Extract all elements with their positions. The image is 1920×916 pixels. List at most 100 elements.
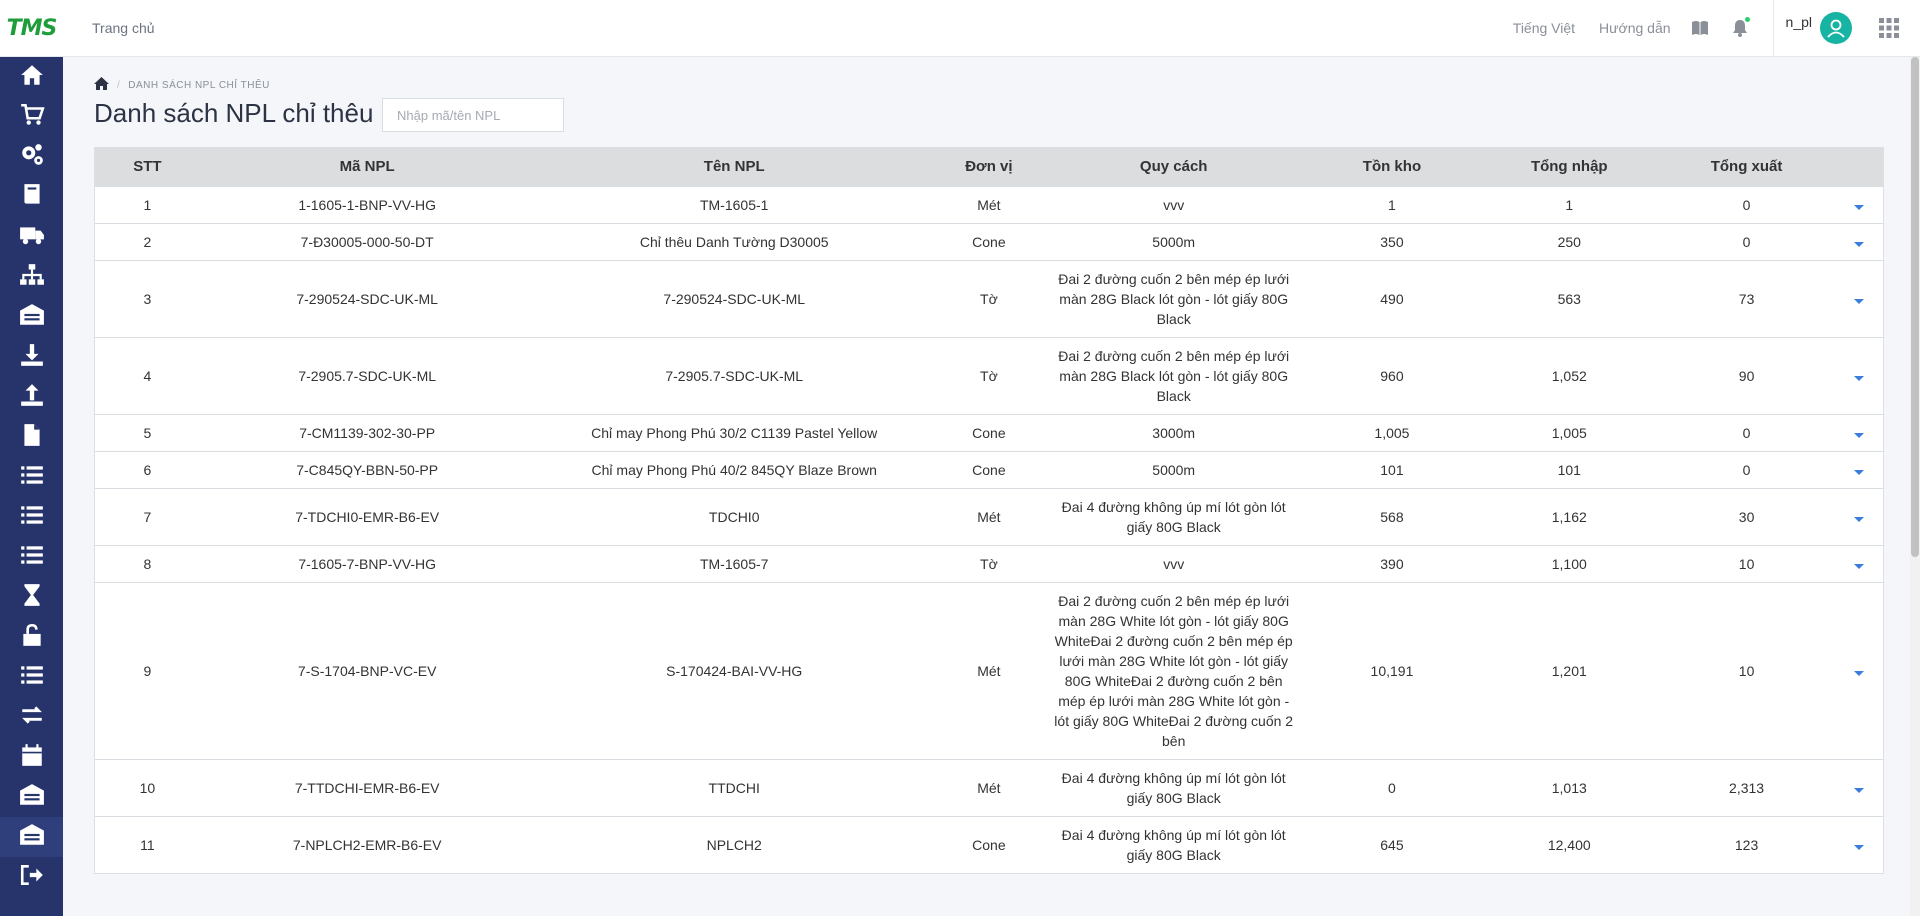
language-switch[interactable]: Tiếng Việt (1513, 20, 1575, 36)
avatar[interactable] (1820, 12, 1852, 44)
cell-tong-xuat-text: 0 (1742, 461, 1751, 478)
cell-don-vi: Cone (933, 815, 1044, 873)
cell-ten-npl-text: Chỉ may Phong Phú 30/2 C1139 Pastel Yell… (591, 424, 878, 441)
sidebar-item-8[interactable] (0, 337, 63, 377)
cell-ma-npl: 7-TDCHI0-EMR-B6-EV (199, 487, 535, 545)
row-expand-caret-icon[interactable] (1853, 563, 1864, 569)
row-expand-caret-icon[interactable] (1853, 787, 1864, 793)
guide-link[interactable]: Hướng dẫn (1599, 20, 1670, 36)
cell-ma-npl-text: 7-CM1139-302-30-PP (299, 424, 436, 441)
cell-quy-cach-text: Đai 4 đường không úp mí lót gòn lót giấy… (1061, 498, 1286, 535)
cell-tong-xuat: 2,313 (1658, 758, 1835, 816)
sidebar-item-14[interactable] (0, 577, 63, 617)
notification-dot (1744, 17, 1750, 22)
sidebar-item-1[interactable] (0, 57, 63, 97)
cell-tong-nhap: 1,013 (1480, 758, 1659, 816)
cell-stt: 8 (95, 544, 200, 582)
cell-stt-text: 11 (140, 836, 155, 853)
sidebar-item-12[interactable] (0, 497, 63, 537)
cell-quy-cach: Đai 4 đường không úp mí lót gòn lót giấy… (1043, 758, 1304, 816)
breadcrumb-home-icon[interactable] (94, 77, 109, 93)
cell-quy-cach-text: 5000m (1152, 233, 1196, 250)
sidebar-item-20[interactable] (0, 817, 63, 857)
page-scrollbar-thumb[interactable] (1911, 57, 1919, 557)
cell-tong-nhap-text: 1,201 (1551, 662, 1587, 679)
row-expand-caret-icon[interactable] (1853, 469, 1864, 475)
row-expand-caret-icon[interactable] (1853, 375, 1864, 381)
apps-grid-icon[interactable] (1878, 17, 1900, 39)
cell-quy-cach: 3000m (1043, 413, 1304, 451)
sidebar-item-13[interactable] (0, 537, 63, 577)
cell-ten-npl-text: TM-1605-1 (699, 196, 769, 213)
cell-don-vi-text: Tờ (980, 367, 998, 384)
cell-tong-nhap: 12,400 (1480, 815, 1659, 873)
sidebar-item-9[interactable] (0, 377, 63, 417)
app-logo[interactable]: TMS (0, 0, 63, 57)
sidebar-item-5[interactable] (0, 217, 63, 257)
cell-ten-npl-text: TDCHI0 (708, 508, 760, 525)
cell-quy-cach: Đai 2 đường cuốn 2 bên mép ép lưới màn 2… (1043, 259, 1304, 337)
cell-don-vi-text: Cone (972, 461, 1006, 478)
home-link[interactable]: Trang chủ (92, 20, 155, 36)
cell-don-vi-text: Cone (972, 233, 1006, 250)
file-icon (19, 422, 45, 453)
book-open-icon[interactable] (1689, 17, 1711, 39)
cell-quy-cach: Đai 2 đường cuốn 2 bên mép ép lưới màn 2… (1043, 336, 1304, 414)
bell-icon[interactable] (1729, 17, 1751, 39)
table-row: 7 7-TDCHI0-EMR-B6-EV TDCHI0 Mét Đai 4 đường … (95, 487, 1883, 545)
username: n_pl (1785, 14, 1812, 30)
row-expand-caret-icon[interactable] (1853, 432, 1864, 438)
sidebar-item-2[interactable] (0, 97, 63, 137)
row-expand-caret-icon[interactable] (1853, 204, 1864, 210)
sidebar-item-17[interactable] (0, 697, 63, 737)
sidebar-item-19[interactable] (0, 777, 63, 817)
cell-tong-nhap-text: 101 (1557, 461, 1581, 478)
user-menu[interactable]: n_pl (1786, 12, 1852, 44)
cell-ten-npl-text: S-170424-BAI-VV-HG (666, 662, 803, 679)
cell-stt: 1 (95, 185, 200, 223)
cell-quy-cach: vvv (1043, 185, 1304, 223)
row-expand-caret-icon[interactable] (1853, 670, 1864, 676)
cell-ma-npl: 7-CM1139-302-30-PP (199, 413, 535, 451)
sidebar-item-10[interactable] (0, 417, 63, 457)
cell-actions (1834, 450, 1883, 488)
top-bar: TMS Trang chủ Tiếng Việt Hướng dẫn n_pl (0, 0, 1920, 57)
cell-stt-text: 8 (143, 555, 152, 572)
table-row: 6 7-C845QY-BBN-50-PP Chỉ may Phong Phú 40/… (95, 450, 1883, 488)
cell-don-vi: Mét (933, 487, 1044, 545)
cell-quy-cach-text: Đai 2 đường cuốn 2 bên mép ép lưới màn 2… (1058, 347, 1290, 404)
warehouse-icon (19, 302, 45, 333)
top-right-nav: Tiếng Việt Hướng dẫn n_pl (1489, 0, 1920, 57)
cell-tong-nhap: 1,201 (1480, 581, 1659, 759)
cell-tong-nhap-text: 563 (1557, 290, 1581, 307)
row-expand-caret-icon[interactable] (1853, 516, 1864, 522)
cell-don-vi-text: Mét (977, 196, 1001, 213)
sidebar-item-3[interactable] (0, 137, 63, 177)
sidebar-item-18[interactable] (0, 737, 63, 777)
cell-ma-npl: 7-Đ30005-000-50-DT (199, 222, 535, 260)
row-expand-caret-icon[interactable] (1853, 844, 1864, 850)
cell-stt-text: 1 (143, 196, 152, 213)
cell-tong-xuat-text: 0 (1742, 196, 1751, 213)
cell-ton-kho: 101 (1303, 450, 1481, 488)
sidebar-item-7[interactable] (0, 297, 63, 337)
cell-tong-nhap: 563 (1480, 259, 1659, 337)
cell-quy-cach-text: Đai 2 đường cuốn 2 bên mép ép lưới màn 2… (1058, 270, 1290, 327)
sidebar-item-4[interactable] (0, 177, 63, 217)
cell-stt: 10 (95, 758, 200, 816)
cell-ten-npl-text: TTDCHI (708, 779, 760, 796)
sidebar-item-11[interactable] (0, 457, 63, 497)
cell-tong-xuat-text: 30 (1738, 508, 1755, 525)
sidebar-item-16[interactable] (0, 657, 63, 697)
cell-stt: 3 (95, 259, 200, 337)
cell-ten-npl-text: 7-290524-SDC-UK-ML (663, 290, 806, 307)
row-expand-caret-icon[interactable] (1853, 298, 1864, 304)
row-expand-caret-icon[interactable] (1853, 241, 1864, 247)
sidebar-item-21[interactable] (0, 857, 63, 897)
sidebar-item-15[interactable] (0, 617, 63, 657)
cell-tong-nhap-text: 1,100 (1551, 555, 1587, 572)
search-input[interactable] (382, 98, 564, 132)
table-row: 11 7-NPLCH2-EMR-B6-EV NPLCH2 Cone Đai 4 đườn… (95, 815, 1883, 873)
cell-ten-npl: 7-2905.7-SDC-UK-ML (534, 336, 934, 414)
sidebar-item-6[interactable] (0, 257, 63, 297)
